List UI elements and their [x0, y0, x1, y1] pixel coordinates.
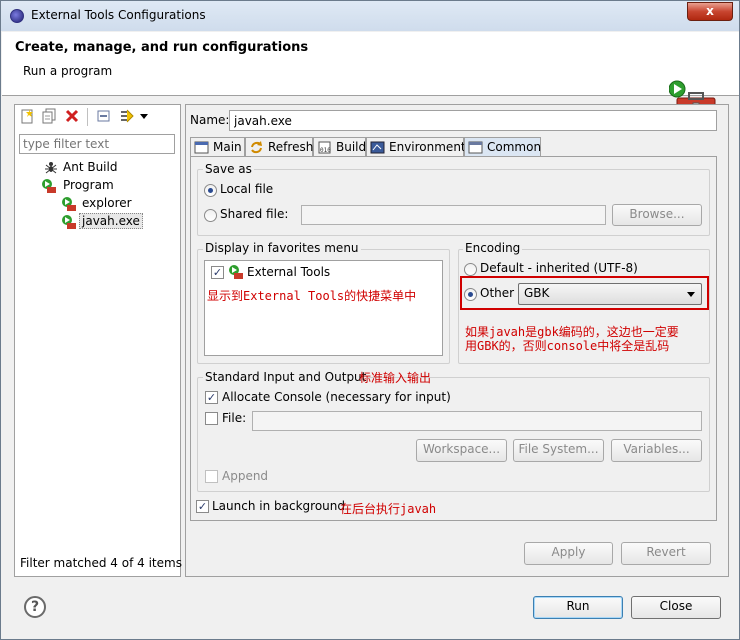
configuration-tree-pane — [14, 104, 181, 577]
local-file-label: Local file — [220, 182, 274, 196]
dialog-header: Create, manage, and run configurations R… — [2, 32, 739, 119]
shared-file-radio[interactable] — [204, 209, 217, 222]
favorites-label: Display in favorites menu — [203, 241, 361, 255]
tab-label: Common — [487, 140, 542, 154]
file-input[interactable] — [252, 411, 702, 431]
delete-icon[interactable] — [64, 108, 80, 124]
local-file-radio[interactable] — [204, 184, 217, 197]
standard-io-label: Standard Input and Output — [203, 370, 369, 384]
duplicate-icon[interactable] — [41, 108, 57, 124]
variables-button[interactable]: Variables... — [611, 439, 702, 462]
launch-background-annotation: 在后台执行javah — [340, 502, 437, 516]
other-encoding-radio[interactable] — [464, 288, 477, 301]
save-as-label: Save as — [203, 162, 254, 176]
run-button[interactable]: Run — [533, 596, 623, 619]
file-checkbox[interactable] — [205, 412, 218, 425]
tab-label: Main — [213, 140, 242, 154]
append-checkbox[interactable] — [205, 470, 218, 483]
program-icon — [229, 265, 243, 279]
launch-background-label: Launch in background — [212, 499, 345, 513]
chevron-down-icon — [687, 292, 695, 297]
program-icon — [62, 197, 76, 211]
allocate-console-label: Allocate Console (necessary for input) — [222, 390, 451, 404]
encoding-annotation-line2: 用GBK的，否则console中将全是乱码 — [465, 339, 670, 353]
other-encoding-label: Other — [480, 286, 515, 300]
tab-main[interactable]: Main — [190, 137, 245, 157]
close-window-button[interactable]: x — [687, 2, 733, 21]
refresh-icon — [251, 141, 262, 154]
name-label: Name: — [190, 113, 230, 127]
external-tools-label: External Tools — [247, 265, 331, 279]
collapse-all-icon[interactable] — [96, 108, 112, 124]
append-label: Append — [222, 469, 269, 483]
tree-item-label: javah.exe — [79, 213, 143, 229]
shared-file-input[interactable] — [301, 205, 606, 225]
encoding-label: Encoding — [463, 241, 523, 255]
filter-input[interactable] — [19, 134, 175, 154]
title-bar: External Tools Configurations x — [1, 1, 739, 31]
shared-file-label: Shared file: — [220, 207, 289, 221]
environment-icon — [370, 141, 385, 154]
default-encoding-label: Default - inherited (UTF-8) — [480, 261, 638, 275]
allocate-console-checkbox[interactable]: ✓ — [205, 391, 218, 404]
tab-build[interactable]: 010 Build — [313, 137, 366, 157]
launch-background-checkbox[interactable]: ✓ — [196, 500, 209, 513]
tab-label: Refresh — [268, 140, 314, 154]
tab-label: Build — [336, 140, 367, 154]
window-title: External Tools Configurations — [31, 8, 206, 22]
close-button[interactable]: Close — [631, 596, 721, 619]
name-input[interactable] — [229, 110, 717, 131]
tab-environment[interactable]: Environment — [366, 137, 466, 157]
workspace-button[interactable]: Workspace... — [416, 439, 507, 462]
svg-text:010: 010 — [320, 147, 331, 154]
tree-item-label: Program — [63, 178, 114, 192]
main-tab-icon — [194, 141, 209, 154]
file-label: File: — [222, 411, 247, 425]
dialog-window: External Tools Configurations x Create, … — [0, 0, 740, 640]
file-system-button[interactable]: File System... — [513, 439, 604, 462]
new-configuration-icon[interactable] — [19, 108, 35, 124]
eclipse-icon — [10, 9, 24, 23]
filter-dropdown-icon[interactable] — [119, 108, 149, 124]
tab-common[interactable]: Common — [464, 137, 541, 158]
help-icon[interactable]: ? — [24, 596, 46, 618]
filter-status: Filter matched 4 of 4 items — [20, 556, 182, 570]
program-icon — [42, 179, 56, 193]
external-tools-checkbox[interactable]: ✓ — [211, 266, 224, 279]
ant-icon — [45, 162, 57, 174]
build-icon: 010 — [318, 141, 331, 154]
header-title: Create, manage, and run configurations — [15, 40, 309, 55]
encoding-select-value: GBK — [524, 286, 550, 300]
browse-button[interactable]: Browse... — [612, 204, 702, 226]
encoding-select[interactable]: GBK — [518, 283, 702, 305]
revert-button[interactable]: Revert — [621, 542, 711, 565]
tree-item-label: Ant Build — [63, 160, 118, 174]
favorites-annotation: 显示到External Tools的快捷菜单中 — [207, 289, 417, 303]
tab-label: Environment — [389, 140, 466, 154]
program-icon — [62, 215, 76, 229]
header-subtitle: Run a program — [23, 64, 113, 78]
tab-refresh[interactable]: Refresh — [245, 137, 313, 157]
common-icon — [468, 141, 483, 154]
default-encoding-radio[interactable] — [464, 263, 477, 276]
toolbar-separator — [87, 108, 88, 126]
apply-button[interactable]: Apply — [524, 542, 613, 565]
tree-item-label: explorer — [82, 196, 132, 210]
standard-io-annotation: 标准输入输出 — [359, 371, 432, 385]
